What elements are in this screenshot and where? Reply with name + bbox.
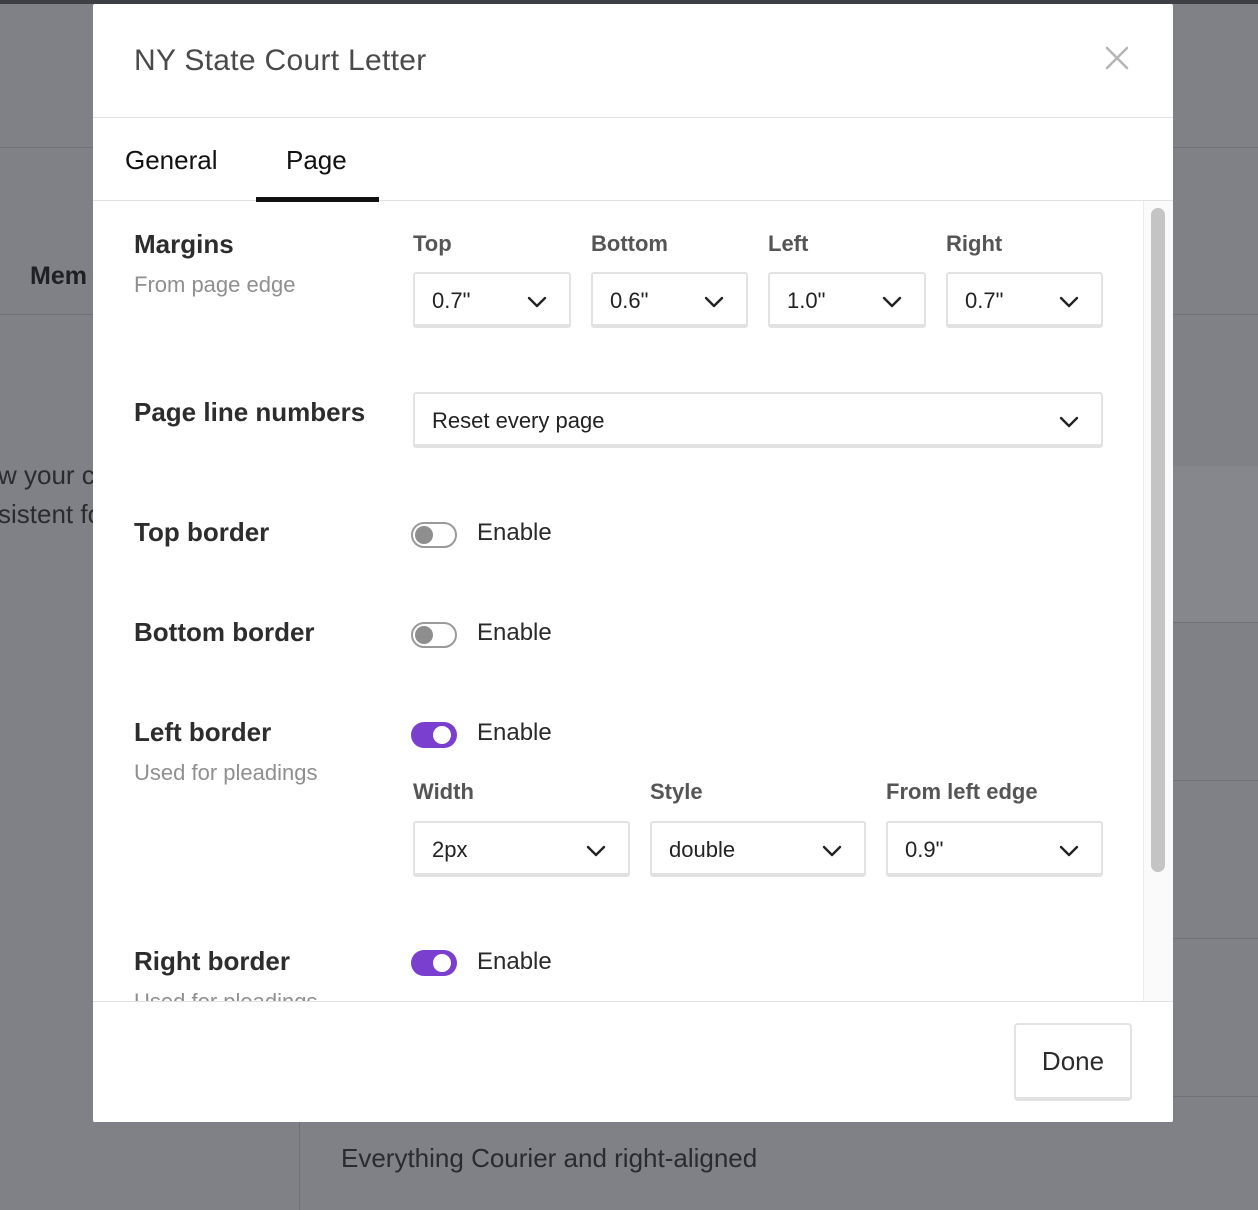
divider	[0, 314, 93, 315]
chevron-down-icon	[882, 296, 902, 308]
divider	[1173, 314, 1258, 315]
chevron-down-icon	[586, 845, 606, 857]
select-value: Reset every page	[432, 408, 605, 433]
top-border-toggle[interactable]	[411, 522, 457, 548]
chevron-down-icon	[1059, 296, 1079, 308]
done-button[interactable]: Done	[1014, 1023, 1132, 1101]
page-settings-content: Margins From page edge Top Bottom Left R…	[93, 201, 1143, 1001]
select-value: 0.7"	[965, 288, 1004, 313]
border-width-label: Width	[413, 779, 474, 804]
right-border-enable-label: Enable	[477, 948, 552, 975]
top-border-label: Top border	[134, 517, 270, 547]
margins-sublabel: From page edge	[134, 272, 296, 297]
background-text: sistent fo	[0, 499, 103, 529]
select-value: 0.7"	[432, 288, 471, 313]
border-style-select[interactable]: double	[650, 821, 866, 877]
tab-page[interactable]: Page	[256, 118, 379, 202]
select-value: 2px	[432, 837, 468, 862]
background-text: Everything Courier and right-aligned	[341, 1143, 758, 1173]
bottom-border-label: Bottom border	[134, 617, 315, 647]
border-width-select[interactable]: 2px	[413, 821, 630, 877]
margin-top-select[interactable]: 0.7"	[413, 272, 571, 328]
top-border-enable-label: Enable	[477, 519, 552, 546]
settings-modal: NY State Court Letter General Page Margi…	[93, 4, 1173, 1122]
divider	[1173, 147, 1258, 148]
chevron-down-icon	[1059, 845, 1079, 857]
left-border-label: Left border	[134, 717, 272, 747]
margin-left-label: Left	[768, 231, 809, 256]
background-nav-item: Mem	[30, 262, 87, 290]
line-numbers-select[interactable]: Reset every page	[413, 392, 1103, 448]
tab-label: General	[125, 145, 218, 175]
margin-right-label: Right	[946, 231, 1003, 256]
border-style-label: Style	[650, 779, 703, 804]
left-border-sublabel: Used for pleadings	[134, 760, 318, 785]
close-icon	[1105, 46, 1129, 70]
border-edge-label: From left edge	[886, 779, 1038, 804]
modal-header: NY State Court Letter	[93, 4, 1173, 118]
chevron-down-icon	[1059, 416, 1079, 428]
toggle-knob	[415, 526, 433, 544]
divider	[1173, 780, 1258, 781]
margin-bottom-select[interactable]: 0.6"	[591, 272, 748, 328]
margins-label: Margins	[134, 229, 234, 259]
select-value: double	[669, 837, 736, 862]
left-border-enable-label: Enable	[477, 719, 552, 746]
margin-top-label: Top	[413, 231, 452, 256]
bottom-border-toggle[interactable]	[411, 622, 457, 648]
tab-general[interactable]: General	[125, 118, 225, 200]
select-value: 1.0"	[787, 288, 826, 313]
divider	[1173, 938, 1258, 939]
toggle-knob	[415, 626, 433, 644]
divider	[1173, 1096, 1258, 1097]
tab-bar: General Page	[93, 118, 1173, 202]
select-value: 0.6"	[610, 288, 649, 313]
margin-left-select[interactable]: 1.0"	[768, 272, 926, 328]
divider	[299, 1122, 300, 1210]
right-border-toggle[interactable]	[411, 950, 457, 976]
divider	[0, 147, 93, 148]
toggle-knob	[433, 954, 451, 972]
background-panel	[1173, 466, 1258, 622]
scrollbar-thumb[interactable]	[1151, 208, 1165, 872]
chevron-down-icon	[704, 296, 724, 308]
right-border-sublabel: Used for pleadings	[134, 989, 317, 1001]
toggle-knob	[433, 726, 451, 744]
left-border-toggle[interactable]	[411, 722, 457, 748]
select-value: 0.9"	[905, 837, 944, 862]
tab-label: Page	[286, 145, 347, 175]
modal-title: NY State Court Letter	[134, 44, 427, 77]
chevron-down-icon	[822, 845, 842, 857]
line-numbers-label: Page line numbers	[134, 397, 366, 427]
border-edge-select[interactable]: 0.9"	[886, 821, 1103, 877]
right-border-label: Right border	[134, 946, 290, 976]
margin-bottom-label: Bottom	[591, 231, 668, 256]
chevron-down-icon	[527, 296, 547, 308]
bottom-border-enable-label: Enable	[477, 619, 552, 646]
modal-footer: Done	[93, 1001, 1173, 1122]
background-text: w your c	[0, 460, 95, 490]
margin-right-select[interactable]: 0.7"	[946, 272, 1103, 328]
divider	[1173, 622, 1258, 623]
close-button[interactable]	[1099, 40, 1135, 76]
